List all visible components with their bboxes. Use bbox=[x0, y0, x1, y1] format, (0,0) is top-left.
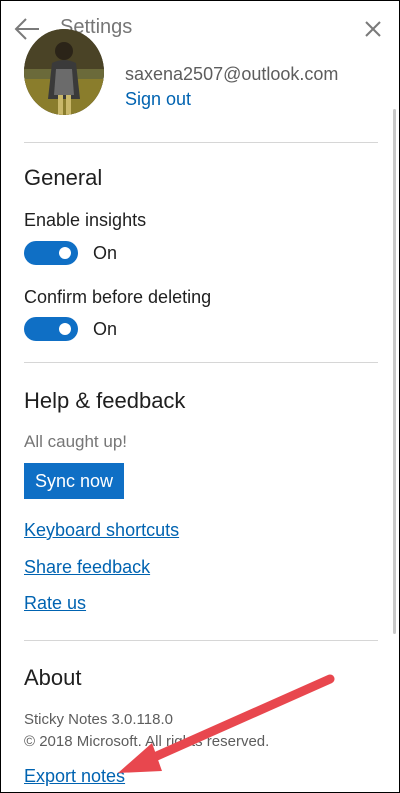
sync-status: All caught up! bbox=[24, 432, 128, 451]
divider bbox=[24, 362, 378, 363]
profile-photo bbox=[24, 29, 104, 115]
section-about-heading: About bbox=[24, 665, 82, 690]
settings-panel: Settings saxena2507@outlook.com Sign out… bbox=[0, 0, 400, 793]
section-general-heading: General bbox=[24, 165, 103, 190]
enable-insights-toggle[interactable] bbox=[24, 241, 78, 265]
account-email: saxena2507@outlook.com bbox=[125, 64, 339, 84]
enable-insights-label: Enable insights bbox=[24, 210, 147, 230]
sign-out-link[interactable]: Sign out bbox=[125, 89, 191, 110]
divider bbox=[24, 142, 378, 143]
confirm-delete-state: On bbox=[93, 319, 118, 339]
enable-insights-state: On bbox=[93, 243, 118, 263]
toggle-knob bbox=[59, 247, 71, 259]
app-version: Sticky Notes 3.0.118.0 bbox=[24, 711, 173, 728]
close-icon bbox=[365, 21, 381, 37]
divider bbox=[24, 640, 378, 641]
avatar bbox=[24, 29, 104, 115]
rate-us-link[interactable]: Rate us bbox=[24, 593, 86, 614]
keyboard-shortcuts-link[interactable]: Keyboard shortcuts bbox=[24, 520, 179, 541]
sync-now-button[interactable]: Sync now bbox=[24, 463, 124, 499]
copyright-text: © 2018 Microsoft. All rights reserved. bbox=[24, 733, 270, 750]
confirm-delete-label: Confirm before deleting bbox=[24, 287, 212, 307]
share-feedback-link[interactable]: Share feedback bbox=[24, 557, 150, 578]
scrollbar[interactable] bbox=[393, 109, 396, 634]
close-button[interactable] bbox=[359, 15, 387, 43]
section-help-heading: Help & feedback bbox=[24, 388, 186, 413]
confirm-delete-toggle[interactable] bbox=[24, 317, 78, 341]
toggle-knob bbox=[59, 323, 71, 335]
export-notes-link[interactable]: Export notes bbox=[24, 766, 125, 787]
